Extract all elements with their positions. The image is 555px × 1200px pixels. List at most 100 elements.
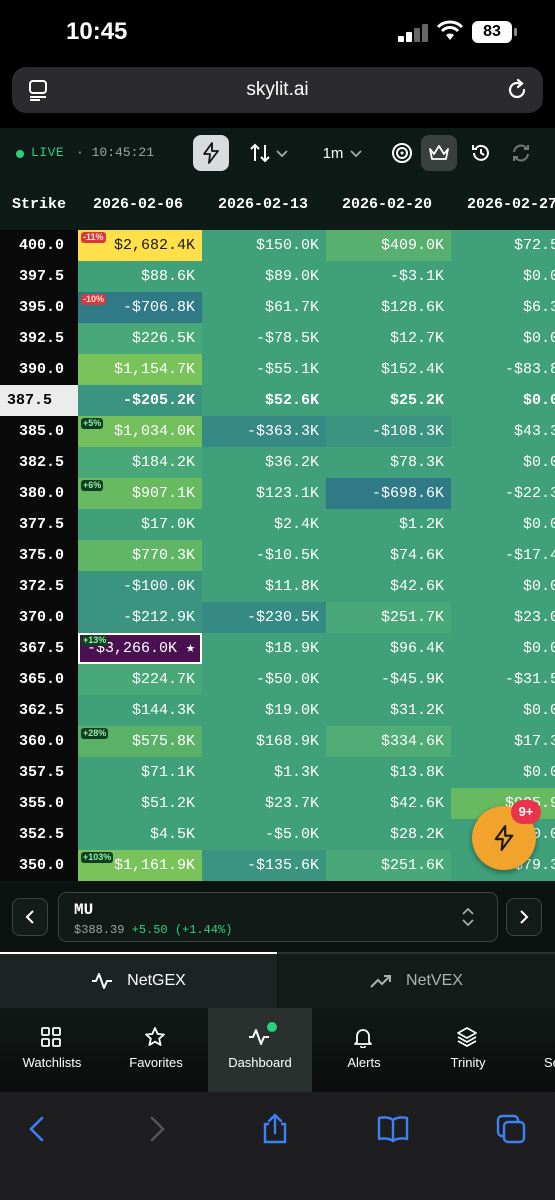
- table-row[interactable]: 370.0 -$212.9K -$230.5K $251.7K $23.0K: [0, 602, 555, 633]
- gex-cell[interactable]: $409.0K: [326, 230, 451, 261]
- gex-cell[interactable]: -$3.1K: [326, 261, 451, 292]
- previous-ticker-button[interactable]: [12, 898, 48, 936]
- gex-cell[interactable]: -$5.0K: [202, 819, 326, 850]
- gex-cell[interactable]: $0.0K: [451, 571, 555, 602]
- tab-netgex[interactable]: NetGEX: [0, 952, 277, 1008]
- nav-item-trinity[interactable]: Trinity: [416, 1008, 520, 1092]
- gex-cell[interactable]: -$10.5K: [202, 540, 326, 571]
- gex-cell[interactable]: -$698.6K: [326, 478, 451, 509]
- gex-cell[interactable]: $23.7K: [202, 788, 326, 819]
- table-row[interactable]: 360.0 $575.8K +28% $168.9K $334.6K $17.3K: [0, 726, 555, 757]
- gex-cell[interactable]: $168.9K: [202, 726, 326, 757]
- nav-item-settings[interactable]: Se: [520, 1008, 555, 1092]
- history-button[interactable]: [466, 135, 496, 171]
- share-icon[interactable]: [258, 1112, 292, 1146]
- netgex-table[interactable]: Strike 2026-02-06 2026-02-13 2026-02-20 …: [0, 180, 555, 882]
- nav-item-alerts[interactable]: Alerts: [312, 1008, 416, 1092]
- gex-cell[interactable]: $2.4K: [202, 509, 326, 540]
- gex-cell[interactable]: -$31.5K: [451, 664, 555, 695]
- gex-cell[interactable]: $0.0K: [451, 757, 555, 788]
- gex-cell[interactable]: $152.4K: [326, 354, 451, 385]
- gex-cell[interactable]: $0.0K: [451, 695, 555, 726]
- gex-cell[interactable]: $11.8K: [202, 571, 326, 602]
- gex-cell[interactable]: $72.5K: [451, 230, 555, 261]
- gex-cell[interactable]: $0.0K: [451, 323, 555, 354]
- gex-cell[interactable]: $1,161.9K +103%: [78, 850, 202, 881]
- gex-cell[interactable]: $28.2K: [326, 819, 451, 850]
- gex-cell[interactable]: $12.7K: [326, 323, 451, 354]
- gex-cell[interactable]: $251.6K: [326, 850, 451, 881]
- gex-cell[interactable]: -$83.8K: [451, 354, 555, 385]
- gex-cell[interactable]: $43.3K: [451, 416, 555, 447]
- gex-cell[interactable]: $1.3K: [202, 757, 326, 788]
- column-header-expiry[interactable]: 2026-02-20: [342, 196, 432, 213]
- gex-cell[interactable]: -$3,266.0K ★ +13%: [78, 633, 202, 664]
- next-ticker-button[interactable]: [506, 898, 542, 936]
- refresh-button[interactable]: [506, 135, 536, 171]
- gex-cell[interactable]: -$230.5K: [202, 602, 326, 633]
- column-header-expiry[interactable]: 2026-02-13: [218, 196, 308, 213]
- gex-cell[interactable]: -$55.1K: [202, 354, 326, 385]
- forward-icon[interactable]: [140, 1112, 174, 1146]
- gex-cell[interactable]: $17.0K: [78, 509, 202, 540]
- table-row[interactable]: 372.5 -$100.0K $11.8K $42.6K $0.0K: [0, 571, 555, 602]
- nav-item-watchlists[interactable]: Watchlists: [0, 1008, 104, 1092]
- gex-cell[interactable]: -$50.0K: [202, 664, 326, 695]
- column-header-strike[interactable]: Strike: [12, 196, 66, 213]
- gex-cell[interactable]: -$212.9K: [78, 602, 202, 633]
- gex-cell[interactable]: $1,034.0K +5%: [78, 416, 202, 447]
- nav-item-favorites[interactable]: Favorites: [104, 1008, 208, 1092]
- gex-cell[interactable]: $2,682.4K -11%: [78, 230, 202, 261]
- gex-cell[interactable]: $19.0K: [202, 695, 326, 726]
- gex-cell[interactable]: $78.3K: [326, 447, 451, 478]
- column-header-expiry[interactable]: 2026-02-06: [93, 196, 183, 213]
- table-row[interactable]: 365.0 $224.7K -$50.0K -$45.9K -$31.5K: [0, 664, 555, 695]
- target-button[interactable]: [385, 135, 419, 171]
- gex-cell[interactable]: $0.0K: [451, 633, 555, 664]
- gex-cell[interactable]: $6.3K: [451, 292, 555, 323]
- gex-cell[interactable]: $13.8K: [326, 757, 451, 788]
- reload-icon[interactable]: [505, 78, 529, 102]
- gex-cell[interactable]: $1.2K: [326, 509, 451, 540]
- table-row[interactable]: 397.5 $88.6K $89.0K -$3.1K $0.0K: [0, 261, 555, 292]
- gex-cell[interactable]: -$17.4K: [451, 540, 555, 571]
- tab-netvex[interactable]: NetVEX: [278, 952, 555, 1008]
- gex-cell[interactable]: $575.8K +28%: [78, 726, 202, 757]
- table-row[interactable]: 395.0 -$706.8K -10% $61.7K $128.6K $6.3K: [0, 292, 555, 323]
- gex-cell[interactable]: $23.0K: [451, 602, 555, 633]
- gex-cell[interactable]: $42.6K: [326, 571, 451, 602]
- gex-cell[interactable]: $74.6K: [326, 540, 451, 571]
- gex-cell[interactable]: $0.0K: [451, 447, 555, 478]
- gex-cell[interactable]: -$205.2K: [78, 385, 202, 416]
- gex-cell[interactable]: -$706.8K -10%: [78, 292, 202, 323]
- nav-item-dashboard[interactable]: Dashboard: [208, 1008, 312, 1092]
- column-header-expiry[interactable]: 2026-02-27: [467, 196, 555, 213]
- gex-cell[interactable]: -$100.0K: [78, 571, 202, 602]
- table-row[interactable]: 390.0 $1,154.7K -$55.1K $152.4K -$83.8K: [0, 354, 555, 385]
- gex-cell[interactable]: $61.7K: [202, 292, 326, 323]
- gex-cell[interactable]: $144.3K: [78, 695, 202, 726]
- gex-cell[interactable]: $17.3K: [451, 726, 555, 757]
- table-row[interactable]: 355.0$51.2K$23.7K$42.6K$925.9K: [0, 788, 555, 819]
- gex-cell[interactable]: $770.3K: [78, 540, 202, 571]
- gex-cell[interactable]: $88.6K: [78, 261, 202, 292]
- gex-cell[interactable]: $224.7K: [78, 664, 202, 695]
- gex-cell[interactable]: $0.0K: [451, 261, 555, 292]
- gex-cell[interactable]: $150.0K: [202, 230, 326, 261]
- table-row[interactable]: 385.0 $1,034.0K +5% -$363.3K -$108.3K $43.3K: [0, 416, 555, 447]
- gex-cell[interactable]: $128.6K: [326, 292, 451, 323]
- gex-cell[interactable]: $25.2K: [326, 385, 451, 416]
- gex-cell[interactable]: $907.1K +6%: [78, 478, 202, 509]
- gex-cell[interactable]: -$108.3K: [326, 416, 451, 447]
- gex-cell[interactable]: $184.2K: [78, 447, 202, 478]
- gex-cell[interactable]: $96.4K: [326, 633, 451, 664]
- table-row[interactable]: 375.0 $770.3K -$10.5K $74.6K -$17.4K: [0, 540, 555, 571]
- gex-cell[interactable]: $4.5K: [78, 819, 202, 850]
- gex-cell[interactable]: $36.2K: [202, 447, 326, 478]
- gex-cell[interactable]: $89.0K: [202, 261, 326, 292]
- tabs-icon[interactable]: [494, 1112, 528, 1146]
- gex-cell[interactable]: $42.6K: [326, 788, 451, 819]
- gex-cell[interactable]: -$363.3K: [202, 416, 326, 447]
- table-row[interactable]: 380.0 $907.1K +6% $123.1K -$698.6K -$22.3K: [0, 478, 555, 509]
- url-text[interactable]: skylit.ai: [12, 79, 543, 101]
